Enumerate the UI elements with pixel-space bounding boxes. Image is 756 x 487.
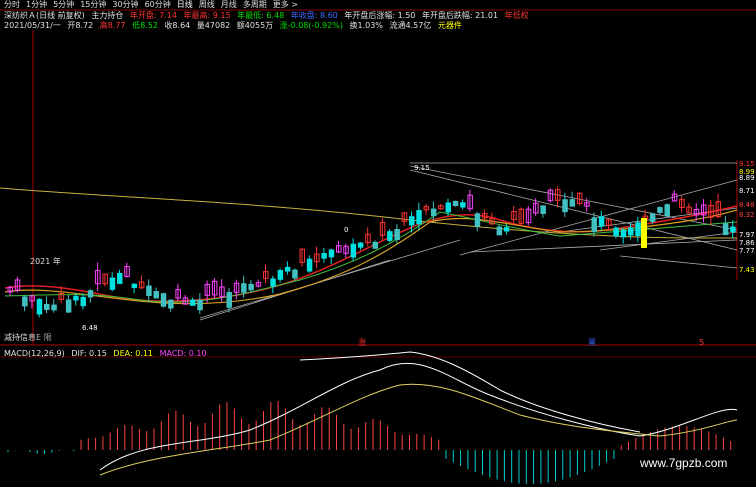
macd-dif: DIF: 0.15 <box>71 349 107 358</box>
candle-body <box>409 216 415 226</box>
macd-histogram <box>7 401 732 484</box>
candle-body <box>197 299 203 311</box>
marker-black: 黑 <box>588 338 596 347</box>
candle-body <box>357 242 364 248</box>
highlight-candle <box>641 218 647 248</box>
macd-value: MACD: 0.10 <box>159 349 207 358</box>
hold-info-sub: E 限 <box>36 333 52 342</box>
candle-body <box>292 269 298 279</box>
hold-info: 减持信息E 限 <box>4 332 52 343</box>
marker-up: 涨 <box>358 337 366 347</box>
candle-body <box>80 296 86 307</box>
candle-body <box>270 278 276 287</box>
candle-body <box>569 199 576 207</box>
candle-body <box>160 293 167 307</box>
candle-body <box>628 227 634 236</box>
candle-body <box>387 231 393 241</box>
candle-body <box>452 201 459 207</box>
candle-body <box>635 222 641 237</box>
candle-body <box>87 290 94 298</box>
candle-body <box>153 291 159 299</box>
high-annotation: 9.15 <box>414 164 430 172</box>
macd-dea: DEA: 0.11 <box>113 349 154 358</box>
candle-body <box>657 207 663 213</box>
marker-5: 5 <box>699 338 704 347</box>
candle-body <box>168 299 174 309</box>
candle-body <box>649 213 656 223</box>
candle-body <box>474 213 481 227</box>
candle-body <box>620 229 627 238</box>
candle-body <box>598 216 605 227</box>
candle-body <box>591 217 597 232</box>
candle-body <box>416 210 422 225</box>
candle-body <box>496 226 503 236</box>
candle-body <box>460 202 466 208</box>
candle-body <box>117 272 123 284</box>
candle-body <box>372 241 378 249</box>
watermark: www.7gpzb.com <box>640 456 728 470</box>
price-label: 7.43 <box>739 266 755 274</box>
candle-body <box>51 304 57 311</box>
candle-body <box>248 283 254 291</box>
macd-title[interactable]: MACD(12,26,9) <box>4 349 65 358</box>
candle-body <box>226 292 232 308</box>
candle-body <box>190 299 196 306</box>
candle-body <box>284 266 291 272</box>
small-annotation: 0 <box>344 226 348 234</box>
candle-body <box>109 277 116 290</box>
macd-title-bar: MACD(12,26,9) DIF: 0.15 DEA: 0.11 MACD: … <box>4 349 211 359</box>
price-label: 9.15 <box>739 160 755 168</box>
price-label: 8.71 <box>739 187 755 195</box>
candle-body <box>306 258 313 272</box>
candle-body <box>562 199 568 213</box>
candle-body <box>22 296 28 307</box>
candle-body <box>503 227 510 232</box>
candle-body <box>65 299 72 313</box>
candle-body <box>664 204 670 217</box>
low-annotation: 6.48 <box>82 324 98 332</box>
candle-body <box>277 270 284 280</box>
candle-body <box>350 243 357 258</box>
candle-body <box>540 205 546 214</box>
price-label: 8.48 <box>739 201 755 209</box>
trend-lines <box>199 162 738 321</box>
candle-body <box>36 298 43 315</box>
candle-body <box>44 303 50 310</box>
hold-info-label[interactable]: 减持信息 <box>4 333 36 342</box>
candle-body <box>445 202 451 213</box>
candle-body <box>131 283 138 288</box>
candle-body <box>321 253 327 259</box>
price-label: 8.89 <box>739 174 755 182</box>
candle-body <box>430 208 437 217</box>
price-label: 8.32 <box>739 211 755 219</box>
candle-body <box>730 226 736 232</box>
kline-canvas[interactable]: 9.15 8.99 8.89 8.71 8.48 8.32 7.97 7.86 … <box>0 0 756 487</box>
candle-body <box>241 283 247 293</box>
dif-line <box>99 362 738 471</box>
year-label: 2021 年 <box>30 257 61 266</box>
price-label: 7.77 <box>739 247 755 255</box>
price-label: 7.97 <box>739 231 755 239</box>
candle-body <box>146 285 152 296</box>
price-label: 7.86 <box>739 239 755 247</box>
candle-body <box>328 249 335 258</box>
candle-body <box>722 223 729 236</box>
candle-body <box>394 228 400 241</box>
candle-body <box>613 227 619 237</box>
candle-body <box>73 295 79 301</box>
